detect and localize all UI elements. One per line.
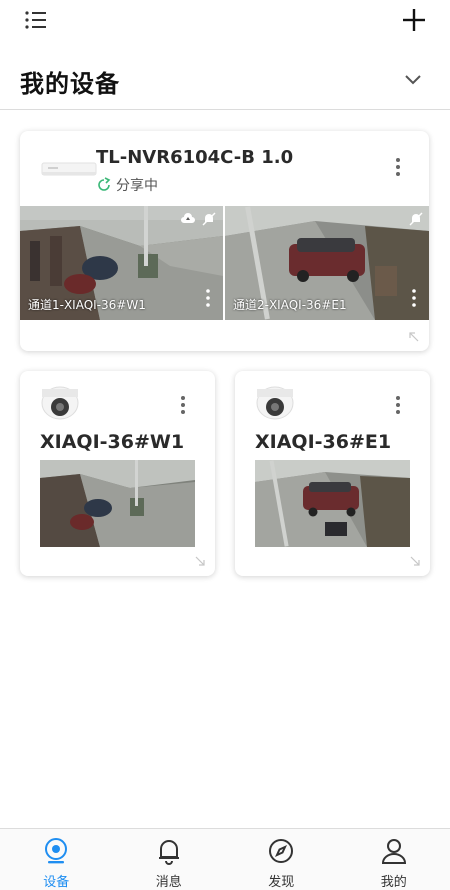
- more-options-icon[interactable]: [409, 288, 419, 308]
- camera-name: XIAQI-36#E1: [255, 431, 392, 453]
- expand-arrow-icon[interactable]: [194, 555, 206, 567]
- user-icon: [381, 839, 406, 864]
- channel-preview-1[interactable]: 通道1-XIAQI-36#W1: [20, 206, 223, 320]
- tab-devices[interactable]: 设备: [0, 829, 113, 890]
- camera-device-card[interactable]: XIAQI-36#E1: [235, 371, 430, 576]
- channel-label: 通道1-XIAQI-36#W1: [28, 298, 146, 312]
- expand-arrow-icon[interactable]: [409, 555, 421, 567]
- tab-discover[interactable]: 发现: [225, 829, 338, 890]
- more-options-icon[interactable]: [388, 155, 408, 179]
- tab-label: 发现: [268, 875, 295, 890]
- share-status: 分享中: [96, 175, 158, 195]
- tab-profile[interactable]: 我的: [338, 829, 450, 890]
- camera-snapshot: [40, 460, 195, 547]
- add-device-icon[interactable]: [400, 6, 428, 34]
- nvr-device-name: TL-NVR6104C-B 1.0: [96, 147, 294, 168]
- tab-messages[interactable]: 消息: [113, 829, 226, 890]
- nvr-device-card[interactable]: TL-NVR6104C-B 1.0 分享中 通道1-XIAQI-36#W1 通道…: [20, 131, 429, 351]
- more-options-icon[interactable]: [173, 393, 193, 417]
- channel-preview-2[interactable]: 通道2-XIAQI-36#E1: [225, 206, 429, 320]
- tab-label: 设备: [43, 875, 70, 890]
- share-status-label: 分享中: [116, 178, 158, 194]
- channel-label: 通道2-XIAQI-36#E1: [233, 298, 347, 312]
- bell-icon: [158, 840, 179, 865]
- compass-icon: [269, 839, 294, 863]
- tab-label: 消息: [155, 875, 182, 890]
- camera-preview[interactable]: [255, 460, 410, 547]
- tab-label: 我的: [380, 875, 407, 890]
- share-icon: [98, 177, 111, 191]
- camera-name: XIAQI-36#W1: [40, 431, 185, 453]
- expand-arrow-icon[interactable]: [408, 331, 420, 343]
- alarm-off-icon: [202, 212, 216, 226]
- dome-camera-icon: [41, 386, 79, 420]
- more-options-icon[interactable]: [388, 393, 408, 417]
- alarm-off-icon: [409, 212, 423, 226]
- page-title: 我的设备: [20, 70, 120, 98]
- top-bar: [0, 0, 450, 40]
- device-list: TL-NVR6104C-B 1.0 分享中 通道1-XIAQI-36#W1 通道…: [0, 111, 450, 827]
- dome-camera-icon: [256, 386, 294, 420]
- nvr-device-icon: [41, 162, 97, 176]
- cloud-storage-icon: [181, 213, 195, 223]
- device-icon: [45, 838, 68, 864]
- camera-snapshot: [255, 460, 410, 547]
- camera-preview[interactable]: [40, 460, 195, 547]
- camera-device-card[interactable]: XIAQI-36#W1: [20, 371, 215, 576]
- more-options-icon[interactable]: [203, 288, 213, 308]
- bottom-tab-bar: 设备 消息 发现 我的: [0, 828, 450, 890]
- page-header: 我的设备: [0, 56, 450, 110]
- chevron-down-icon[interactable]: [402, 68, 424, 90]
- list-menu-icon[interactable]: [24, 9, 48, 31]
